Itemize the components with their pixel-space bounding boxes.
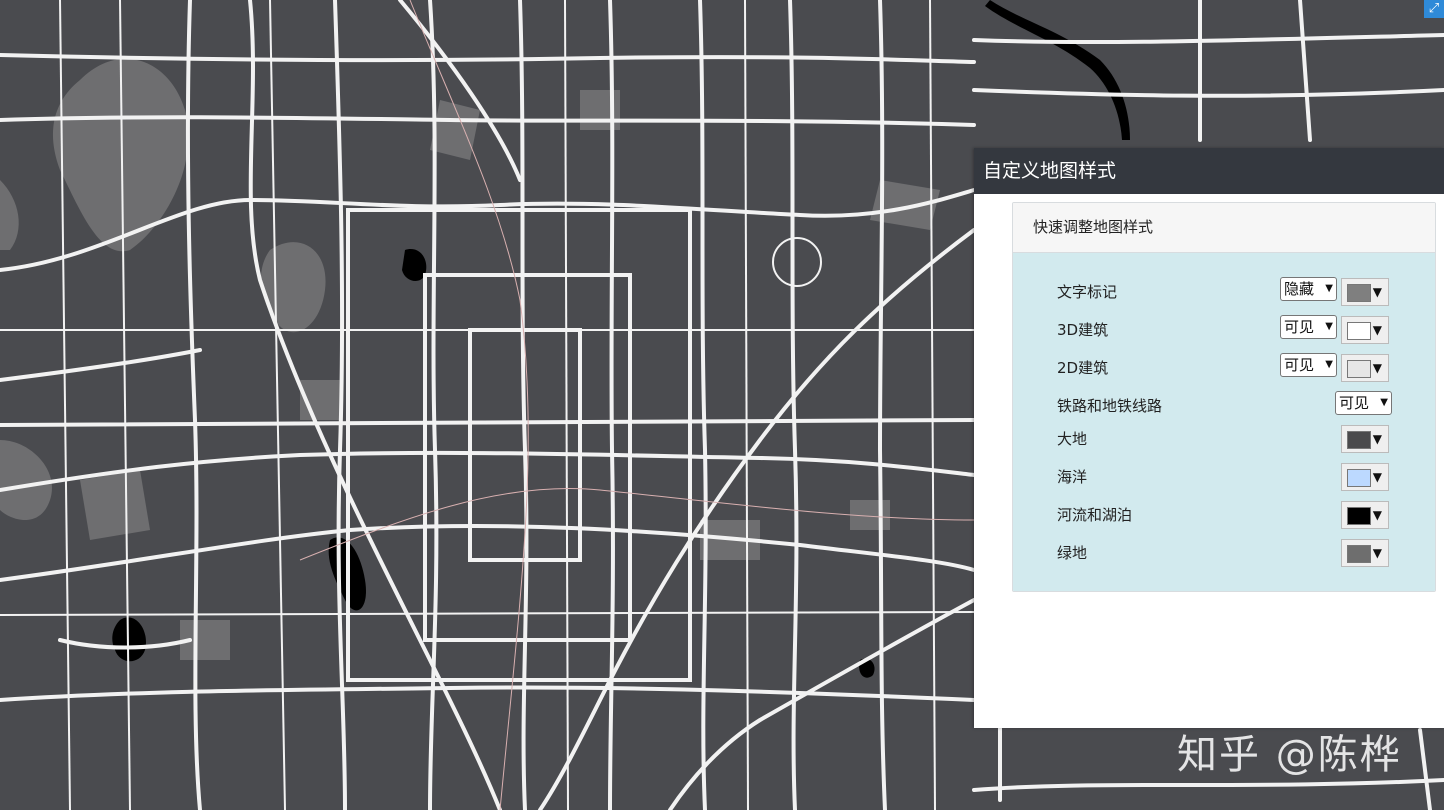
- color-picker[interactable]: ▼: [1341, 501, 1389, 529]
- row-2d-buildings: 2D建筑 可见 ▼ ▼: [1057, 353, 1391, 383]
- row-label: 大地: [1057, 430, 1088, 448]
- card-title: 快速调整地图样式: [1013, 203, 1435, 253]
- quick-style-card: 快速调整地图样式 文字标记 隐藏 ▼ ▼ 3D建筑 可见 ▼ ▼ 2D建筑 可见…: [1012, 202, 1436, 592]
- visibility-select[interactable]: 可见 ▼: [1280, 353, 1337, 377]
- color-picker[interactable]: ▼: [1341, 463, 1389, 491]
- dropdown-caret-icon: ▼: [1372, 361, 1382, 375]
- dropdown-caret-icon: ▼: [1372, 323, 1382, 337]
- row-rivers-lakes: 河流和湖泊 ▼: [1057, 500, 1391, 530]
- dropdown-caret-icon: ▼: [1372, 508, 1382, 522]
- watermark: 知乎 @陈桦: [1177, 732, 1402, 778]
- color-chip: [1347, 284, 1371, 302]
- expand-icon: ⤢: [1428, 1, 1440, 16]
- dropdown-caret-icon: ▼: [1325, 359, 1333, 370]
- expand-button[interactable]: ⤢: [1424, 0, 1444, 18]
- dropdown-caret-icon: ▼: [1372, 470, 1382, 484]
- dropdown-caret-icon: ▼: [1325, 283, 1333, 294]
- panel-title: 自定义地图样式: [974, 148, 1444, 194]
- color-chip: [1347, 545, 1371, 563]
- color-picker[interactable]: ▼: [1341, 425, 1389, 453]
- color-picker[interactable]: ▼: [1341, 316, 1389, 344]
- row-label: 2D建筑: [1057, 359, 1109, 377]
- row-land: 大地 ▼: [1057, 424, 1391, 454]
- dropdown-caret-icon: ▼: [1380, 397, 1388, 408]
- row-3d-buildings: 3D建筑 可见 ▼ ▼: [1057, 315, 1391, 345]
- color-chip: [1347, 469, 1371, 487]
- row-rail-subway: 铁路和地铁线路 可见 ▼: [1057, 391, 1392, 421]
- row-label: 河流和湖泊: [1057, 506, 1133, 524]
- color-chip: [1347, 507, 1371, 525]
- dropdown-caret-icon: ▼: [1372, 432, 1382, 446]
- color-picker[interactable]: ▼: [1341, 278, 1389, 306]
- style-options: 文字标记 隐藏 ▼ ▼ 3D建筑 可见 ▼ ▼ 2D建筑 可见 ▼ ▼ 铁路和地…: [1013, 253, 1435, 591]
- visibility-select[interactable]: 可见 ▼: [1280, 315, 1337, 339]
- row-label: 铁路和地铁线路: [1057, 397, 1163, 415]
- color-chip: [1347, 431, 1371, 449]
- row-label: 3D建筑: [1057, 321, 1109, 339]
- color-chip: [1347, 360, 1371, 378]
- visibility-select[interactable]: 可见 ▼: [1335, 391, 1392, 415]
- dropdown-caret-icon: ▼: [1372, 285, 1382, 299]
- custom-map-style-panel: 自定义地图样式 快速调整地图样式 文字标记 隐藏 ▼ ▼ 3D建筑 可见 ▼ ▼…: [974, 148, 1444, 728]
- dropdown-caret-icon: ▼: [1372, 546, 1382, 560]
- row-label: 绿地: [1057, 544, 1088, 562]
- row-text-labels: 文字标记 隐藏 ▼ ▼: [1057, 277, 1391, 307]
- row-green-space: 绿地 ▼: [1057, 538, 1391, 568]
- row-ocean: 海洋 ▼: [1057, 462, 1391, 492]
- dropdown-caret-icon: ▼: [1325, 321, 1333, 332]
- row-label: 海洋: [1057, 468, 1088, 486]
- color-chip: [1347, 322, 1371, 340]
- row-label: 文字标记: [1057, 283, 1118, 301]
- color-picker[interactable]: ▼: [1341, 539, 1389, 567]
- color-picker[interactable]: ▼: [1341, 354, 1389, 382]
- visibility-select[interactable]: 隐藏 ▼: [1280, 277, 1337, 301]
